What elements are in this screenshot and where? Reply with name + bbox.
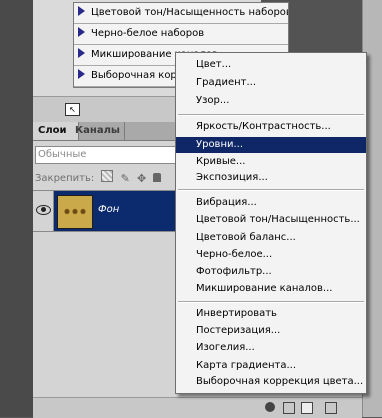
panel-view-icon[interactable]: ↖ xyxy=(65,103,80,116)
new-layer-icon[interactable] xyxy=(301,402,313,414)
layers-bottom-bar xyxy=(33,397,362,418)
menu-item-gradient-map[interactable]: Карта градиента... xyxy=(176,358,366,374)
menu-item-posterize[interactable]: Постеризация... xyxy=(176,323,366,339)
workspace-left-edge xyxy=(0,0,33,417)
lock-transparency-icon[interactable] xyxy=(101,170,114,182)
adjustment-layer-icon[interactable] xyxy=(265,402,275,412)
menu-item-hue-saturation[interactable]: Цветовой тон/Насыщенность... xyxy=(176,212,366,228)
lock-label: Закрепить: xyxy=(35,173,95,184)
expand-triangle-icon[interactable] xyxy=(78,69,85,79)
adjustment-layer-menu: Цвет... Градиент... Узор... Яркость/Конт… xyxy=(175,52,367,394)
menu-item-color-balance[interactable]: Цветовой баланс... xyxy=(176,230,366,246)
menu-item-channel-mixer[interactable]: Микширование каналов... xyxy=(176,281,366,297)
menu-item-gradient[interactable]: Градиент... xyxy=(176,75,366,91)
menu-item-threshold[interactable]: Изогелия... xyxy=(176,340,366,356)
list-item[interactable]: Черно-белое наборов xyxy=(74,24,288,45)
layer-name: Фон xyxy=(98,204,120,215)
menu-item-vibrance[interactable]: Вибрация... xyxy=(176,195,366,211)
menu-item-invert[interactable]: Инвертировать xyxy=(176,306,366,322)
menu-separator xyxy=(178,189,364,191)
blend-mode-select[interactable]: Обычные xyxy=(35,146,187,164)
eye-icon xyxy=(36,205,51,215)
lock-row: Закрепить: ✎ ✥ xyxy=(35,170,162,185)
expand-triangle-icon[interactable] xyxy=(78,27,85,37)
menu-item-solid-color[interactable]: Цвет... xyxy=(176,57,366,73)
menu-item-black-white[interactable]: Черно-белое... xyxy=(176,247,366,263)
expand-triangle-icon[interactable] xyxy=(78,6,85,16)
folder-icon[interactable] xyxy=(283,402,295,414)
menu-item-exposure[interactable]: Экспозиция... xyxy=(176,170,366,186)
menu-separator xyxy=(178,301,364,303)
layer-thumbnail xyxy=(57,195,93,229)
expand-triangle-icon[interactable] xyxy=(78,48,85,58)
menu-item-photo-filter[interactable]: Фотофильтр... xyxy=(176,264,366,280)
menu-item-selective-color[interactable]: Выборочная коррекция цвета... xyxy=(176,374,366,390)
tab-channels[interactable]: Каналы xyxy=(70,122,125,140)
menu-item-pattern[interactable]: Узор... xyxy=(176,93,366,109)
list-item[interactable]: Цветовой тон/Насыщенность наборов xyxy=(74,3,288,24)
move-icon[interactable]: ✥ xyxy=(137,172,146,185)
menu-item-brightness-contrast[interactable]: Яркость/Контрастность... xyxy=(176,119,366,135)
trash-icon[interactable] xyxy=(325,402,337,414)
visibility-toggle[interactable] xyxy=(33,191,54,231)
menu-item-levels[interactable]: Уровни... xyxy=(176,137,366,153)
brush-icon[interactable]: ✎ xyxy=(121,172,130,185)
lock-icon[interactable] xyxy=(153,173,162,182)
menu-separator xyxy=(178,114,364,116)
menu-item-curves[interactable]: Кривые... xyxy=(176,154,366,170)
